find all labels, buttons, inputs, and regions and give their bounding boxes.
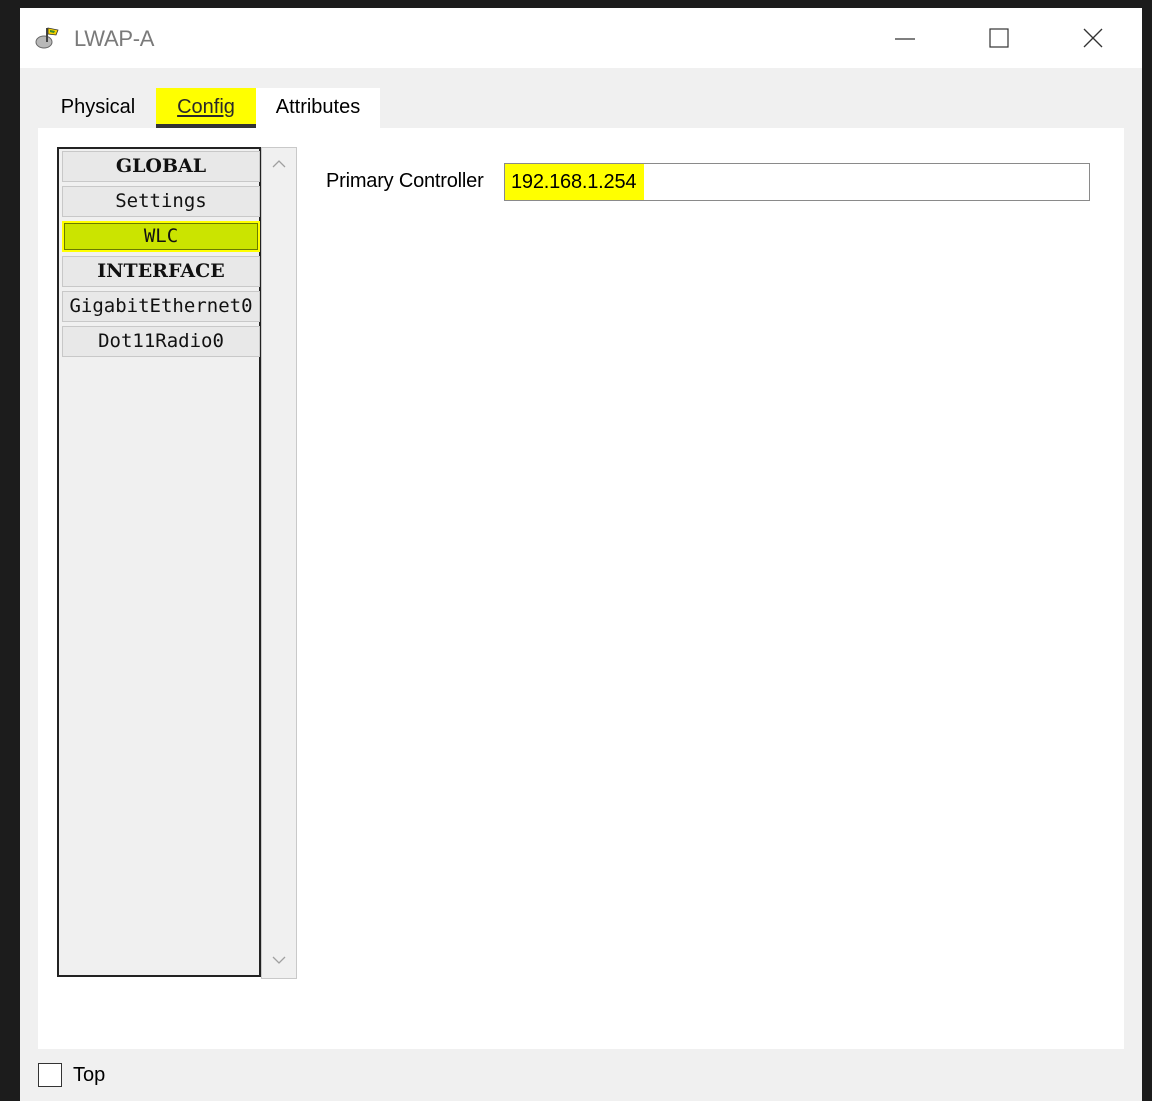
config-panel: GLOBAL Settings WLC INTERFACE GigabitEth… xyxy=(38,128,1124,1049)
access-point-icon xyxy=(34,25,60,51)
device-window: LWAP-A Physical Config Attributes GLOBAL… xyxy=(20,8,1142,1101)
scroll-down-button[interactable] xyxy=(262,944,296,978)
tab-physical-label: Physical xyxy=(60,96,136,118)
title-bar[interactable]: LWAP-A xyxy=(20,8,1142,68)
top-checkbox-label: Top xyxy=(73,1064,106,1086)
tab-config-label: Config xyxy=(177,96,235,118)
close-icon xyxy=(1083,28,1103,48)
sidebar-scrollbar[interactable] xyxy=(261,147,297,979)
chevron-down-icon xyxy=(272,956,286,964)
config-sidebar-list: GLOBAL Settings WLC INTERFACE GigabitEth… xyxy=(57,147,261,977)
minimize-button[interactable] xyxy=(858,8,952,68)
sidebar-header-interface: INTERFACE xyxy=(62,256,260,287)
tab-physical[interactable]: Physical xyxy=(40,88,156,128)
tab-attributes-label: Attributes xyxy=(275,96,361,118)
sidebar-item-settings[interactable]: Settings xyxy=(62,186,260,217)
maximize-icon xyxy=(989,28,1009,48)
primary-controller-label: Primary Controller xyxy=(326,170,484,192)
sidebar-header-global: GLOBAL xyxy=(62,151,260,182)
primary-controller-input[interactable]: 192.168.1.254 xyxy=(504,163,1090,201)
scroll-up-button[interactable] xyxy=(262,148,296,182)
top-checkbox[interactable] xyxy=(38,1063,62,1087)
minimize-icon xyxy=(895,38,915,40)
maximize-button[interactable] xyxy=(952,8,1046,68)
window-title: LWAP-A xyxy=(74,26,155,51)
close-button[interactable] xyxy=(1046,8,1140,68)
sidebar-item-dot11radio0[interactable]: Dot11Radio0 xyxy=(62,326,260,357)
tab-config[interactable]: Config xyxy=(156,88,256,128)
sidebar-item-wlc[interactable]: WLC xyxy=(62,221,260,252)
sidebar-item-gigabitethernet0[interactable]: GigabitEthernet0 xyxy=(62,291,260,322)
primary-controller-value: 192.168.1.254 xyxy=(505,164,645,200)
chevron-up-icon xyxy=(272,160,286,168)
tab-attributes[interactable]: Attributes xyxy=(256,88,380,128)
